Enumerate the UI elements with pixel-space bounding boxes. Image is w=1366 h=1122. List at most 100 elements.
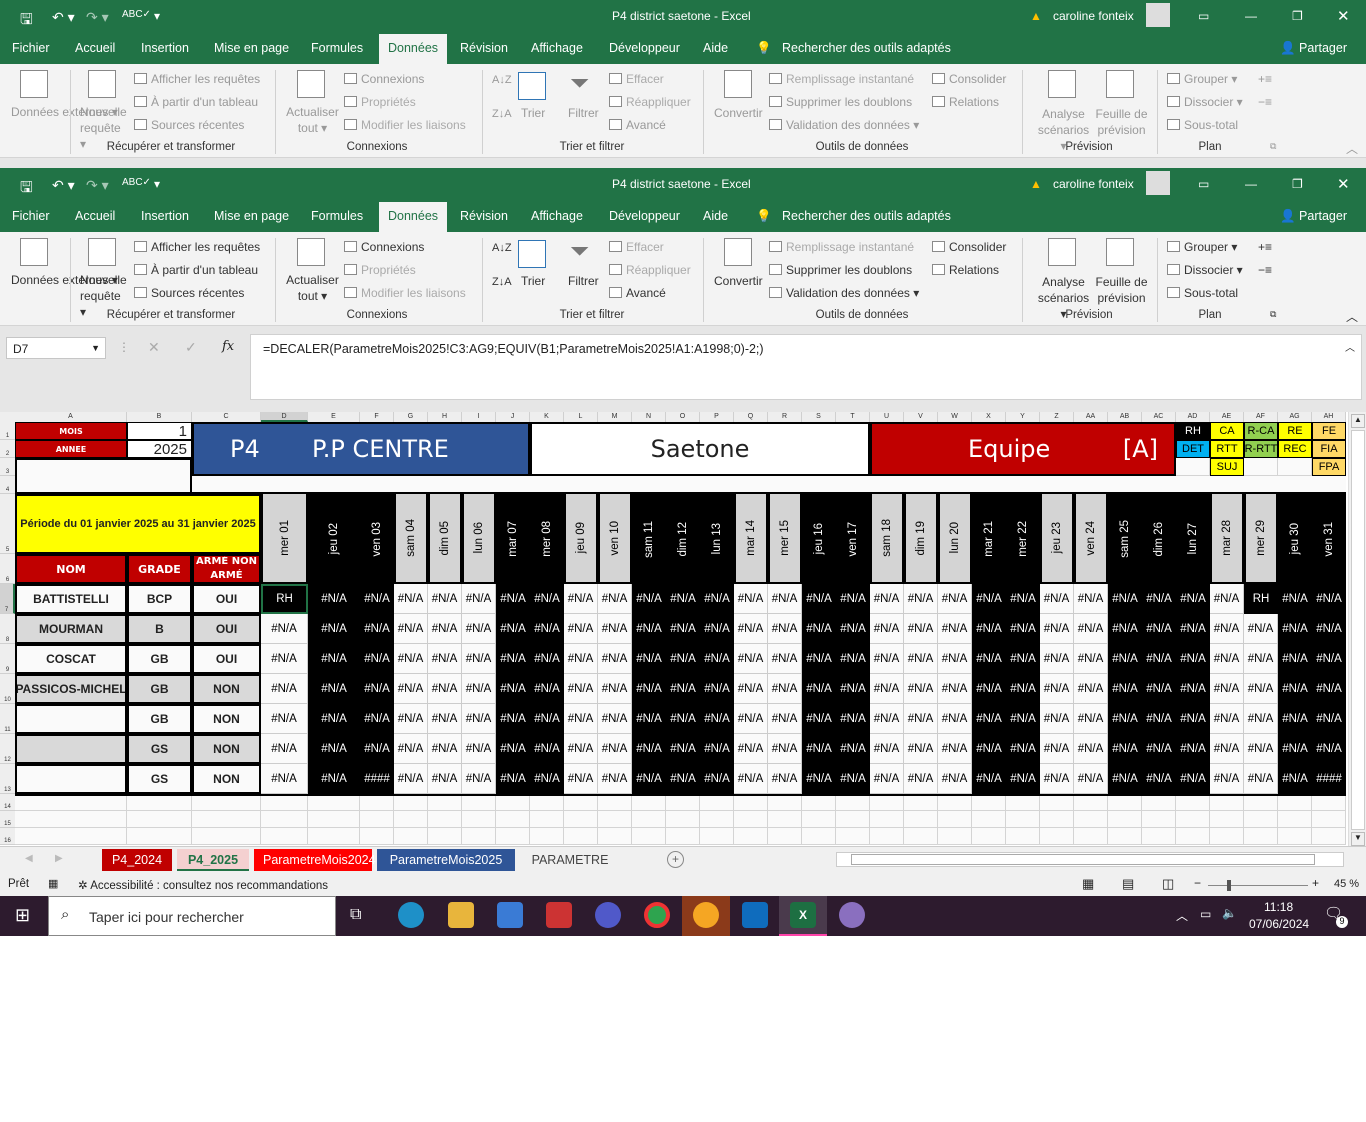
grid-cell[interactable] (700, 828, 734, 845)
grid-cell[interactable] (308, 828, 360, 845)
schedule-cell[interactable]: #N/A (836, 584, 870, 614)
grid-cell[interactable] (360, 811, 394, 828)
schedule-cell[interactable]: #N/A (666, 584, 700, 614)
formula-input[interactable]: =DECALER(ParametreMois2025!C3:AG9;EQUIV(… (250, 334, 1362, 400)
chrome-icon[interactable] (644, 902, 670, 928)
grid-cell[interactable] (1108, 811, 1142, 828)
grid-cell[interactable] (127, 811, 192, 828)
schedule-cell[interactable]: #N/A (1006, 584, 1040, 614)
column-header-U[interactable]: U (870, 412, 904, 422)
schedule-cell[interactable]: #N/A (802, 764, 836, 794)
legend-cell[interactable]: R-RTT (1244, 440, 1278, 458)
group-button[interactable]: Grouper ▾ (1167, 72, 1237, 86)
schedule-cell[interactable]: #N/A (360, 644, 394, 674)
ribbon-display-icon[interactable]: ▭ (1198, 177, 1209, 191)
user-name[interactable]: caroline fonteix (1053, 9, 1134, 23)
schedule-cell[interactable]: #N/A (496, 584, 530, 614)
row-header-10[interactable]: 10 (0, 674, 15, 704)
schedule-cell[interactable]: #N/A (938, 734, 972, 764)
schedule-cell[interactable]: #N/A (768, 674, 802, 704)
period-label[interactable]: Période du 01 janvier 2025 au 31 janvier… (15, 494, 261, 554)
column-header-N[interactable]: N (632, 412, 666, 422)
connections-button[interactable]: Connexions (344, 240, 424, 254)
row-header-2[interactable]: 2 (0, 440, 15, 458)
clock-time[interactable]: 11:18 (1264, 900, 1293, 914)
schedule-cell[interactable]: #N/A (462, 734, 496, 764)
schedule-cell[interactable]: #N/A (768, 764, 802, 794)
schedule-cell[interactable]: #N/A (972, 734, 1006, 764)
column-header-B[interactable]: B (127, 412, 192, 422)
schedule-cell[interactable]: #N/A (530, 674, 564, 704)
schedule-cell[interactable]: #N/A (564, 614, 598, 644)
schedule-cell[interactable]: #N/A (598, 644, 632, 674)
schedule-cell[interactable]: #N/A (972, 764, 1006, 794)
schedule-cell[interactable]: #N/A (1006, 734, 1040, 764)
schedule-cell[interactable]: #N/A (1074, 614, 1108, 644)
tab-accueil[interactable]: Accueil (75, 209, 115, 223)
save-icon[interactable]: 🖫 (20, 177, 33, 202)
accessibility-status[interactable]: ✲ Accessibilité : consultez nos recomman… (78, 878, 328, 892)
schedule-cell[interactable]: #N/A (972, 614, 1006, 644)
schedule-cell[interactable]: #N/A (1312, 734, 1346, 764)
show-queries-button[interactable]: Afficher les requêtes (134, 72, 260, 86)
staff-arme[interactable]: OUI (192, 584, 261, 614)
tab-accueil[interactable]: Accueil (75, 41, 115, 55)
edge-icon[interactable] (398, 902, 424, 928)
schedule-cell[interactable]: #N/A (836, 674, 870, 704)
schedule-cell[interactable]: #N/A (1244, 674, 1278, 704)
schedule-cell[interactable]: #N/A (802, 734, 836, 764)
schedule-cell[interactable]: #N/A (1074, 764, 1108, 794)
grid-cell[interactable] (768, 794, 802, 811)
grid-cell[interactable] (360, 828, 394, 845)
schedule-cell[interactable]: #N/A (768, 644, 802, 674)
schedule-cell[interactable]: #N/A (1210, 734, 1244, 764)
sheet-tab-parametre[interactable]: PARAMETRE (520, 849, 620, 871)
schedule-cell[interactable]: #N/A (1210, 704, 1244, 734)
schedule-cell[interactable]: #N/A (462, 584, 496, 614)
grid-cell[interactable] (1142, 828, 1176, 845)
schedule-cell[interactable]: #N/A (768, 584, 802, 614)
schedule-cell[interactable]: #N/A (360, 614, 394, 644)
schedule-cell[interactable]: #N/A (428, 704, 462, 734)
grid-cell[interactable] (802, 828, 836, 845)
schedule-cell[interactable]: #N/A (734, 764, 768, 794)
schedule-cell[interactable]: #N/A (768, 704, 802, 734)
staff-grade[interactable]: GS (127, 734, 192, 764)
select-all-corner[interactable] (0, 412, 15, 422)
grid-cell[interactable] (870, 828, 904, 845)
search-tools[interactable]: Rechercher des outils adaptés (782, 41, 951, 55)
schedule-cell[interactable]: #N/A (1074, 704, 1108, 734)
grid-cell[interactable] (15, 828, 127, 845)
legend-cell[interactable]: RH (1176, 422, 1210, 440)
legend-cell[interactable]: RE (1278, 422, 1312, 440)
title-equipe-block[interactable]: Equipe [A] (870, 422, 1176, 476)
staff-arme[interactable]: NON (192, 674, 261, 704)
schedule-cell[interactable]: #N/A (768, 734, 802, 764)
schedule-cell[interactable]: #N/A (870, 584, 904, 614)
grid-cell[interactable] (261, 794, 308, 811)
advanced-button[interactable]: Avancé (609, 118, 666, 132)
schedule-cell[interactable]: #N/A (394, 644, 428, 674)
name-box[interactable]: D7 ▼ (6, 337, 106, 359)
store-icon[interactable] (497, 902, 523, 928)
staff-name[interactable]: BATTISTELLI (15, 584, 127, 614)
column-header-A[interactable]: A (15, 412, 127, 422)
staff-name[interactable] (15, 764, 127, 794)
schedule-cell[interactable]: #N/A (1108, 644, 1142, 674)
schedule-cell[interactable]: #N/A (530, 644, 564, 674)
column-header-Z[interactable]: Z (1040, 412, 1074, 422)
schedule-cell[interactable]: #N/A (836, 764, 870, 794)
schedule-cell[interactable]: #N/A (1040, 764, 1074, 794)
schedule-cell[interactable]: #N/A (1142, 644, 1176, 674)
grid-cell[interactable] (1108, 828, 1142, 845)
flash-fill-button[interactable]: Remplissage instantané (769, 240, 914, 254)
tab-formules[interactable]: Formules (311, 41, 363, 55)
grid-cell[interactable] (1176, 458, 1210, 476)
grid-cell[interactable] (938, 828, 972, 845)
schedule-cell[interactable]: #N/A (700, 584, 734, 614)
column-header-L[interactable]: L (564, 412, 598, 422)
connections-button[interactable]: Connexions (344, 72, 424, 86)
schedule-cell[interactable]: #N/A (1312, 584, 1346, 614)
column-header-V[interactable]: V (904, 412, 938, 422)
next-sheet-icon[interactable]: ▶ (55, 853, 63, 864)
